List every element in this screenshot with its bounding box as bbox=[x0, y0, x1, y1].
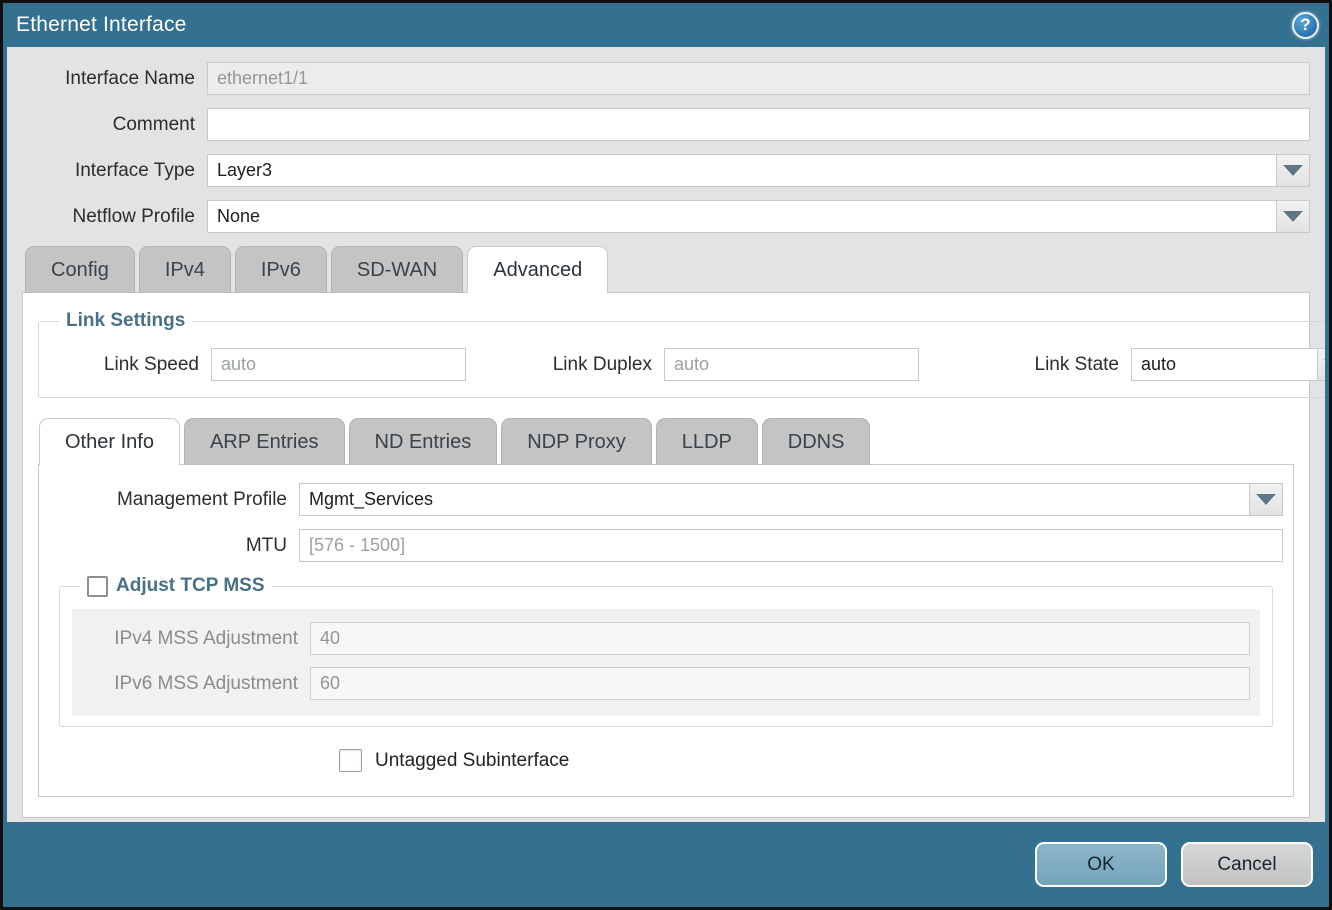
tab-config[interactable]: Config bbox=[25, 246, 135, 293]
link-duplex-label: Link Duplex bbox=[512, 354, 664, 376]
netflow-profile-dropdown-button[interactable] bbox=[1277, 200, 1310, 233]
link-state-dropdown-button[interactable] bbox=[1318, 348, 1325, 381]
ipv6-mss-row: IPv6 MSS Adjustment bbox=[72, 667, 1250, 700]
netflow-profile-row: Netflow Profile bbox=[22, 200, 1310, 233]
ipv4-mss-row: IPv4 MSS Adjustment bbox=[72, 622, 1250, 655]
tab-ipv4[interactable]: IPv4 bbox=[139, 246, 231, 293]
chevron-down-icon bbox=[1324, 359, 1325, 370]
link-state-input[interactable] bbox=[1131, 348, 1318, 381]
comment-row: Comment bbox=[22, 108, 1310, 141]
subtab-nd-entries[interactable]: ND Entries bbox=[349, 418, 498, 465]
interface-name-label: Interface Name bbox=[22, 68, 207, 90]
comment-input[interactable] bbox=[207, 108, 1310, 141]
main-tab-bar: Config IPv4 IPv6 SD-WAN Advanced bbox=[22, 246, 1310, 292]
ipv4-mss-input bbox=[310, 622, 1250, 655]
ipv6-mss-input bbox=[310, 667, 1250, 700]
mtu-row: MTU bbox=[49, 529, 1283, 562]
tab-ipv6[interactable]: IPv6 bbox=[235, 246, 327, 293]
management-profile-input[interactable] bbox=[299, 483, 1250, 516]
advanced-tab-panel: Link Settings Link Speed Link Duplex Lin… bbox=[22, 292, 1310, 818]
link-settings-fieldset: Link Settings Link Speed Link Duplex Lin… bbox=[38, 310, 1325, 398]
mtu-label: MTU bbox=[49, 535, 299, 557]
dialog-body: Interface Name Comment Interface Type Ne… bbox=[7, 47, 1325, 822]
cancel-button[interactable]: Cancel bbox=[1181, 842, 1313, 887]
help-icon[interactable]: ? bbox=[1292, 12, 1319, 39]
untagged-subinterface-checkbox[interactable] bbox=[339, 749, 362, 772]
interface-type-dropdown-button[interactable] bbox=[1277, 154, 1310, 187]
netflow-profile-input[interactable] bbox=[207, 200, 1277, 233]
mtu-input[interactable] bbox=[299, 529, 1283, 562]
adjust-tcp-mss-fieldset: Adjust TCP MSS IPv4 MSS Adjustment IPv6 … bbox=[59, 575, 1273, 727]
untagged-subinterface-label: Untagged Subinterface bbox=[375, 750, 569, 772]
management-profile-label: Management Profile bbox=[49, 489, 299, 511]
subtab-ndp-proxy[interactable]: NDP Proxy bbox=[501, 418, 652, 465]
interface-name-row: Interface Name bbox=[22, 62, 1310, 95]
subtab-arp-entries[interactable]: ARP Entries bbox=[184, 418, 345, 465]
ok-button[interactable]: OK bbox=[1035, 842, 1167, 887]
comment-label: Comment bbox=[22, 114, 207, 136]
management-profile-row: Management Profile bbox=[49, 483, 1283, 516]
ipv6-mss-label: IPv6 MSS Adjustment bbox=[72, 673, 310, 695]
link-duplex-input[interactable] bbox=[664, 348, 919, 381]
title-bar: Ethernet Interface ? bbox=[3, 3, 1329, 47]
interface-type-row: Interface Type bbox=[22, 154, 1310, 187]
tab-sd-wan[interactable]: SD-WAN bbox=[331, 246, 463, 293]
interface-name-input bbox=[207, 62, 1310, 95]
interface-type-input[interactable] bbox=[207, 154, 1277, 187]
ipv4-mss-label: IPv4 MSS Adjustment bbox=[72, 628, 310, 650]
adjust-tcp-mss-checkbox[interactable] bbox=[87, 576, 108, 597]
sub-tab-bar: Other Info ARP Entries ND Entries NDP Pr… bbox=[38, 418, 1294, 464]
link-speed-input[interactable] bbox=[211, 348, 466, 381]
other-info-panel: Management Profile MTU bbox=[38, 464, 1294, 797]
chevron-down-icon bbox=[1283, 211, 1303, 222]
netflow-profile-label: Netflow Profile bbox=[22, 206, 207, 228]
untagged-subinterface-row: Untagged Subinterface bbox=[339, 749, 1283, 772]
subtab-other-info[interactable]: Other Info bbox=[39, 418, 180, 465]
chevron-down-icon bbox=[1283, 165, 1303, 176]
link-state-label: Link State bbox=[979, 354, 1131, 376]
dialog-title: Ethernet Interface bbox=[16, 13, 1292, 37]
adjust-tcp-mss-legend-text: Adjust TCP MSS bbox=[116, 575, 265, 597]
ethernet-interface-dialog: Ethernet Interface ? Interface Name Comm… bbox=[0, 0, 1332, 910]
subtab-ddns[interactable]: DDNS bbox=[762, 418, 871, 465]
interface-type-label: Interface Type bbox=[22, 160, 207, 182]
management-profile-dropdown-button[interactable] bbox=[1250, 483, 1283, 516]
chevron-down-icon bbox=[1256, 494, 1276, 505]
link-settings-legend: Link Settings bbox=[59, 310, 192, 332]
link-speed-label: Link Speed bbox=[51, 354, 211, 376]
subtab-lldp[interactable]: LLDP bbox=[656, 418, 758, 465]
dialog-footer: OK Cancel bbox=[3, 822, 1329, 907]
mss-disabled-panel: IPv4 MSS Adjustment IPv6 MSS Adjustment bbox=[72, 609, 1260, 716]
tab-advanced[interactable]: Advanced bbox=[467, 246, 608, 293]
adjust-tcp-mss-legend: Adjust TCP MSS bbox=[80, 575, 272, 597]
